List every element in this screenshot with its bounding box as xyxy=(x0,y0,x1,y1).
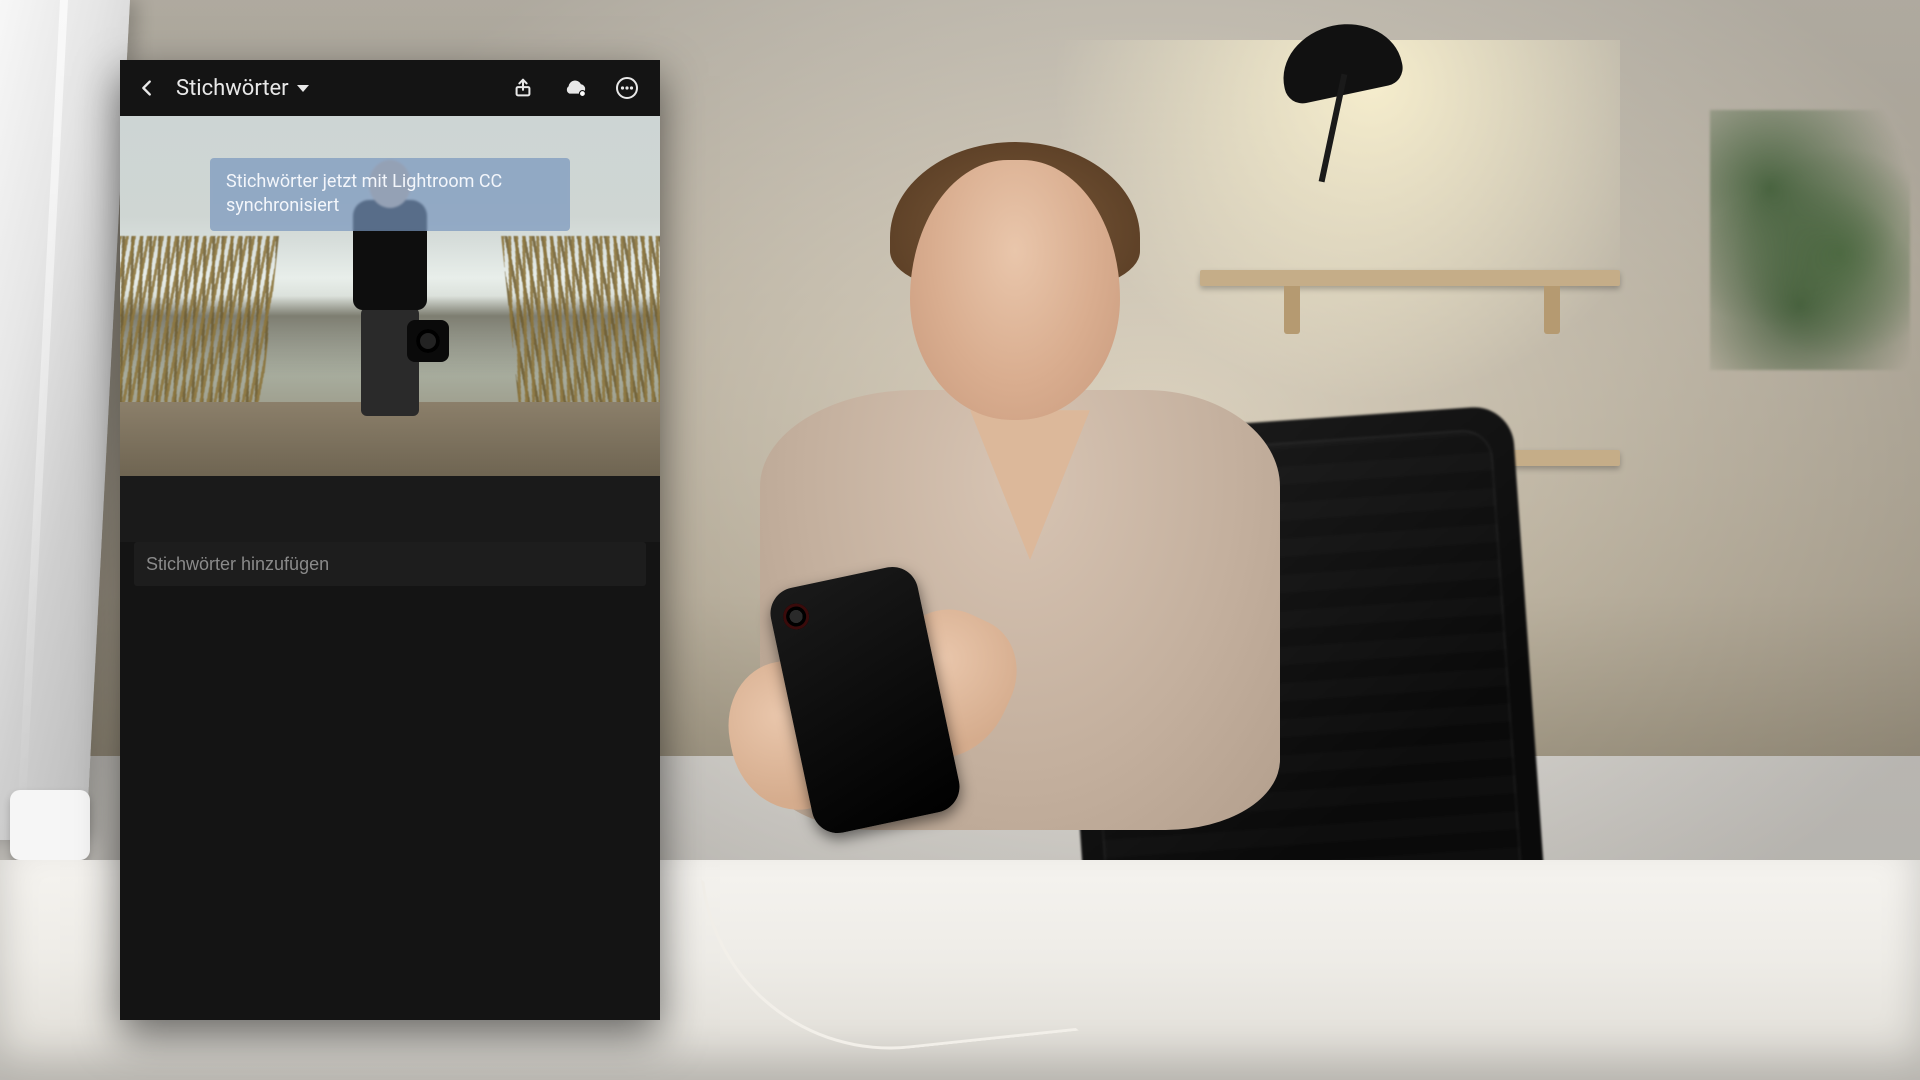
lightroom-keywords-panel: Stichwörter xyxy=(120,60,660,1020)
chevron-left-icon xyxy=(136,77,158,99)
sync-toast-line1: Stichwörter jetzt mit Lightroom CC xyxy=(226,171,502,192)
plant xyxy=(1710,110,1910,370)
keywords-input[interactable] xyxy=(146,554,634,575)
power-adapter xyxy=(10,790,90,860)
keywords-input-wrap[interactable] xyxy=(134,542,646,586)
share-icon xyxy=(512,77,534,99)
photo-preview[interactable]: Stichwörter jetzt mit Lightroom CC synch… xyxy=(120,116,660,476)
shelf-bracket xyxy=(1284,286,1300,334)
wall-shelf-upper xyxy=(1200,270,1620,286)
cloud-sync-button[interactable] xyxy=(558,71,592,105)
back-button[interactable] xyxy=(130,71,164,105)
view-title: Stichwörter xyxy=(176,76,289,101)
shelf-bracket xyxy=(1544,286,1560,334)
chevron-down-icon xyxy=(297,85,309,92)
photo-reeds-right xyxy=(501,236,660,406)
sync-toast-line2: synchronisiert xyxy=(226,195,339,216)
section-divider xyxy=(120,476,660,542)
keywords-empty-area xyxy=(120,586,660,1020)
more-horizontal-icon xyxy=(615,76,639,100)
cloud-sync-icon xyxy=(562,77,588,99)
share-button[interactable] xyxy=(506,71,540,105)
app-header: Stichwörter xyxy=(120,60,660,116)
view-title-dropdown[interactable]: Stichwörter xyxy=(170,72,315,105)
photo-subject-camera xyxy=(407,320,449,362)
sync-toast: Stichwörter jetzt mit Lightroom CC synch… xyxy=(210,158,570,231)
more-button[interactable] xyxy=(610,71,644,105)
photo-reeds-left xyxy=(120,236,279,406)
desk-lamp xyxy=(1240,25,1420,185)
